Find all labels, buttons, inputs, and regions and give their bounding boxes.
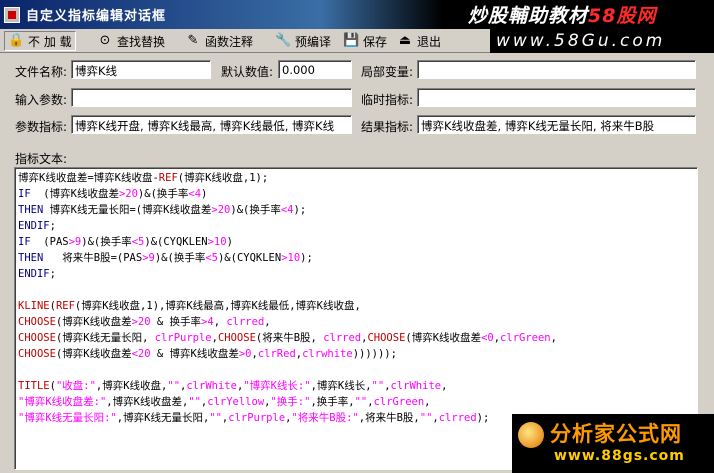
exit-door-icon: ⏏ bbox=[398, 33, 412, 48]
code-line: THEN 博弈K线无量长阳=(博弈K线收盘差>20)&(换手率<4); bbox=[18, 204, 307, 216]
binoculars-icon: ⊙ bbox=[99, 33, 111, 48]
temp-indicator-field[interactable] bbox=[417, 88, 696, 107]
code-line: CHOOSE(博弈K线无量长阳, clrPurple,CHOOSE(将来牛B股,… bbox=[18, 332, 557, 344]
code-line: ENDIF; bbox=[18, 220, 56, 232]
code-line: IF (博弈K线收盘差>20)&(换手率<4) bbox=[18, 188, 208, 200]
file-name-label: 文件名称: bbox=[15, 65, 68, 79]
pen-icon: ✎ bbox=[187, 33, 199, 48]
default-value-label: 默认数值: bbox=[221, 65, 274, 79]
function-notes-button[interactable]: ✎ 函数注释 bbox=[182, 31, 256, 51]
lock-icon: 🔒 bbox=[8, 33, 25, 48]
find-replace-button[interactable]: ⊙ 查找替换 bbox=[94, 31, 168, 51]
code-line: THEN 将来牛B股=(PAS>9)&(换手率<5)&(CYQKLEN>10); bbox=[18, 252, 313, 264]
temp-indicator-label: 临时指标: bbox=[361, 93, 414, 107]
local-var-label: 局部变量: bbox=[361, 65, 414, 79]
no-load-label: 不 加 载 bbox=[28, 34, 72, 49]
watermark-logo-bottom: 分析家公式网 www.88gs.com bbox=[512, 414, 714, 473]
param-indicator-field[interactable]: 博弈K线开盘, 博弈K线最高, 博弈K线最低, 博弈K线 bbox=[71, 115, 352, 134]
watermark-top-text: 炒股輔助教材 bbox=[468, 5, 589, 27]
input-param-field[interactable] bbox=[71, 88, 352, 107]
default-value-field[interactable]: 0.000 bbox=[278, 60, 352, 79]
code-line: "博弈K线收盘差:",博弈K线收盘差,"",clrYellow,"换手:",换手… bbox=[18, 396, 431, 408]
no-load-button[interactable]: 🔒 不 加 载 bbox=[4, 31, 76, 51]
watermark-url-top: www.58Gu.com bbox=[490, 29, 714, 53]
precompile-label: 预编译 bbox=[295, 34, 332, 49]
code-line: "博弈K线无量长阳:",博弈K线无量长阳,"",clrPurple,"将来牛B股… bbox=[18, 412, 490, 424]
code-line: 博弈K线收盘差=博弈K线收盘-REF(博弈K线收盘,1); bbox=[18, 172, 269, 184]
save-label: 保存 bbox=[363, 34, 388, 49]
code-line: CHOOSE(博弈K线收盘差<20 & 博弈K线收盘差>0,clrRed,clr… bbox=[18, 348, 397, 360]
precompile-button[interactable]: 🔧 预编译 bbox=[272, 31, 334, 51]
formula-text-label: 指标文本: bbox=[15, 152, 68, 166]
floppy-disk-icon: 💾 bbox=[343, 33, 360, 48]
local-var-field[interactable] bbox=[417, 60, 696, 79]
code-line: CHOOSE(博弈K线收盘差>20 & 换手率>4, clrred, bbox=[18, 316, 271, 328]
find-replace-label: 查找替换 bbox=[117, 34, 166, 49]
code-line: IF (PAS>9)&(换手率<5)&(CYQKLEN>10) bbox=[18, 236, 233, 248]
file-name-field[interactable]: 博弈K线 bbox=[71, 60, 211, 79]
result-indicator-label: 结果指标: bbox=[361, 120, 414, 134]
watermark-top-brand: 58股网 bbox=[588, 5, 657, 27]
save-button[interactable]: 💾 保存 bbox=[340, 31, 390, 51]
wrench-icon: 🔧 bbox=[275, 33, 292, 48]
code-line: ENDIF; bbox=[18, 268, 56, 280]
watermark-bottom-url: www.88gs.com bbox=[554, 448, 685, 464]
window-title: 自定义指标编辑对话框 bbox=[26, 9, 167, 24]
result-indicator-field[interactable]: 博弈K线收盘差, 博弈K线无量长阳, 将来牛B股 bbox=[417, 115, 696, 134]
input-param-label: 输入参数: bbox=[15, 93, 68, 107]
param-indicator-label: 参数指标: bbox=[15, 120, 68, 134]
code-line: TITLE("收盘:",博弈K线收盘,"",clrWhite,"博弈K线长:",… bbox=[18, 380, 448, 392]
watermark-bottom-name: 分析家公式网 bbox=[550, 422, 682, 446]
logo-icon bbox=[518, 422, 544, 448]
code-line: KLINE(REF(博弈K线收盘,1),博弈K线最高,博弈K线最低,博弈K线收盘… bbox=[18, 300, 361, 312]
exit-label: 退出 bbox=[417, 34, 442, 49]
function-notes-label: 函数注释 bbox=[205, 34, 254, 49]
watermark-logo-top: 炒股輔助教材58股网 bbox=[468, 1, 714, 29]
exit-button[interactable]: ⏏ 退出 bbox=[394, 31, 444, 51]
app-icon bbox=[4, 7, 20, 23]
